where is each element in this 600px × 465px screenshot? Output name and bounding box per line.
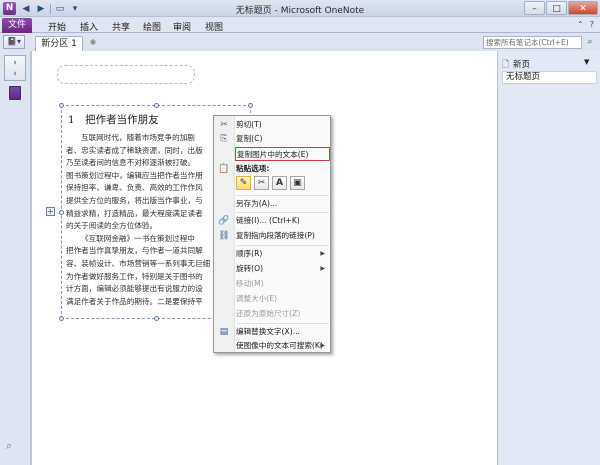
paste-merge-formatting-icon[interactable]: ✂ [254, 176, 269, 190]
menu-item-label: 复制指向段落的链接(P) [236, 231, 315, 240]
notebook-selector-button[interactable]: 📓▾ [3, 35, 25, 49]
new-page-label: 新页 [513, 60, 531, 70]
menu-item-make-text-searchable[interactable]: 使图像中的文本可搜索(K) ▶ [214, 339, 330, 353]
section-tab-current[interactable]: 新分区 1 [35, 36, 83, 51]
menu-item-move: 移动(M) [214, 277, 330, 291]
expand-navigation-button[interactable]: › ‹ [4, 55, 26, 81]
menu-item-rotate[interactable]: 旋转(O) ▶ [214, 262, 330, 276]
ribbon-minimize-icon[interactable]: ⌃ [577, 20, 584, 29]
menu-item-label: 顺序(R) [236, 249, 263, 258]
submenu-arrow-icon: ▶ [320, 265, 325, 272]
resize-handle[interactable] [59, 316, 64, 321]
menu-item-label: 旋转(O) [236, 264, 264, 273]
paragraph-link-icon: ⛓ [218, 231, 230, 241]
clipboard-icon: 📋 [218, 164, 230, 174]
menu-item-save-as[interactable]: 另存为(A)... [214, 197, 330, 211]
notebook-icon[interactable] [9, 86, 21, 100]
menu-item-restore-original-size: 还原为原始尺寸(Z) [214, 307, 330, 321]
menu-item-order[interactable]: 顺序(R) ▶ [214, 247, 330, 261]
menu-item-copy[interactable]: ⎘ 复制(C) [214, 132, 330, 146]
tab-home[interactable]: 开始 [48, 20, 66, 33]
page-tabs-panel: 🗋 新页 ▼ 无标题页 [497, 51, 600, 465]
window-controls: – □ ✕ [524, 1, 598, 15]
move-handle-icon[interactable]: + [46, 207, 55, 216]
menu-item-paste-options: 📋 粘贴选项: [214, 162, 330, 176]
menu-item-label: 另存为(A)... [236, 199, 278, 208]
menu-item-label: 链接(I)... (Ctrl+K) [236, 216, 300, 225]
menu-item-label: 复制(C) [236, 134, 263, 143]
menu-item-label: 还原为原始尺寸(Z) [236, 309, 301, 318]
menu-item-label: 移动(M) [236, 279, 264, 288]
resize-handle[interactable] [59, 103, 64, 108]
menu-item-label: 调整大小(E) [236, 294, 278, 303]
menu-item-copy-text-from-picture[interactable]: 复制图片中的文本(E) [235, 147, 330, 161]
help-icon[interactable]: ? [590, 20, 594, 29]
navigation-pane-collapsed: › ‹ ⌕ [0, 51, 31, 465]
menu-item-edit-alt-text[interactable]: ▤ 编辑替换文字(X)... [214, 325, 330, 339]
search-icon[interactable]: ⌕ [583, 36, 597, 49]
page-title-box[interactable] [57, 65, 195, 84]
window-title: 无标题页 - Microsoft OneNote [235, 6, 365, 16]
tab-view[interactable]: 视图 [205, 20, 223, 33]
minimize-button[interactable]: – [524, 1, 545, 15]
menu-item-label: 复制图片中的文本(E) [237, 150, 309, 159]
submenu-arrow-icon: ▶ [320, 342, 325, 349]
maximize-button[interactable]: □ [546, 1, 567, 15]
unfiled-notes-icon[interactable]: ⌕ [6, 439, 12, 453]
menu-item-label: 剪切(T) [236, 120, 262, 129]
tab-share[interactable]: 共享 [112, 20, 130, 33]
new-page-dropdown-icon[interactable]: ▼ [584, 58, 589, 66]
scissors-icon: ✂ [220, 120, 228, 130]
tab-review[interactable]: 审阅 [173, 20, 191, 33]
paste-as-picture-icon[interactable]: ▣ [290, 176, 305, 190]
paste-options-row: ✎ ✂ A ▣ [236, 176, 305, 190]
menu-item-label: 使图像中的文本可搜索(K) [236, 341, 323, 350]
menu-item-resize: 调整大小(E) [214, 292, 330, 306]
search-input[interactable]: 搜索所有笔记本(Ctrl+E) [483, 36, 582, 49]
submenu-arrow-icon: ▶ [320, 250, 325, 257]
menu-item-copy-paragraph-link[interactable]: ⛓ 复制指向段落的链接(P) [214, 229, 330, 243]
resize-handle[interactable] [248, 103, 253, 108]
paste-keep-formatting-icon[interactable]: ✎ [236, 176, 251, 190]
ribbon-right-controls: ⌃ ? [577, 20, 594, 29]
new-section-icon[interactable]: ✱ [86, 37, 100, 49]
menu-separator [237, 323, 329, 324]
menu-item-label: 粘贴选项: [236, 164, 270, 173]
link-icon: 🔗 [218, 216, 230, 226]
copy-icon: ⎘ [220, 134, 228, 144]
context-menu: ✂ 剪切(T) ⎘ 复制(C) 复制图片中的文本(E) 📋 粘贴选项: ✎ ✂ … [213, 115, 331, 353]
section-tab-row: 📓▾ 新分区 1 ✱ 搜索所有笔记本(Ctrl+E) ⌕ [0, 33, 600, 51]
resize-handle[interactable] [154, 316, 159, 321]
page-list-item[interactable]: 无标题页 [502, 71, 597, 84]
menu-separator [237, 212, 329, 213]
menu-separator [237, 245, 329, 246]
menu-item-label: 编辑替换文字(X)... [236, 327, 300, 336]
alt-text-icon: ▤ [219, 327, 229, 337]
tab-insert[interactable]: 插入 [80, 20, 98, 33]
close-button[interactable]: ✕ [568, 1, 598, 15]
new-page-button[interactable]: 🗋 新页 ▼ [498, 56, 600, 70]
tab-file[interactable]: 文件 [2, 18, 32, 33]
ribbon-tab-bar: 文件 开始 插入 共享 绘图 审阅 视图 ⌃ ? [0, 17, 600, 33]
menu-item-cut[interactable]: ✂ 剪切(T) [214, 118, 330, 132]
title-bar: N ◀ ▶ ▭ ▾ 无标题页 - Microsoft OneNote – □ ✕ [0, 0, 600, 17]
resize-handle[interactable] [154, 103, 159, 108]
menu-separator [237, 195, 329, 196]
tab-draw[interactable]: 绘图 [143, 20, 161, 33]
paste-text-only-icon[interactable]: A [272, 176, 287, 190]
resize-handle[interactable] [59, 210, 64, 215]
menu-item-link[interactable]: 🔗 链接(I)... (Ctrl+K) [214, 214, 330, 228]
